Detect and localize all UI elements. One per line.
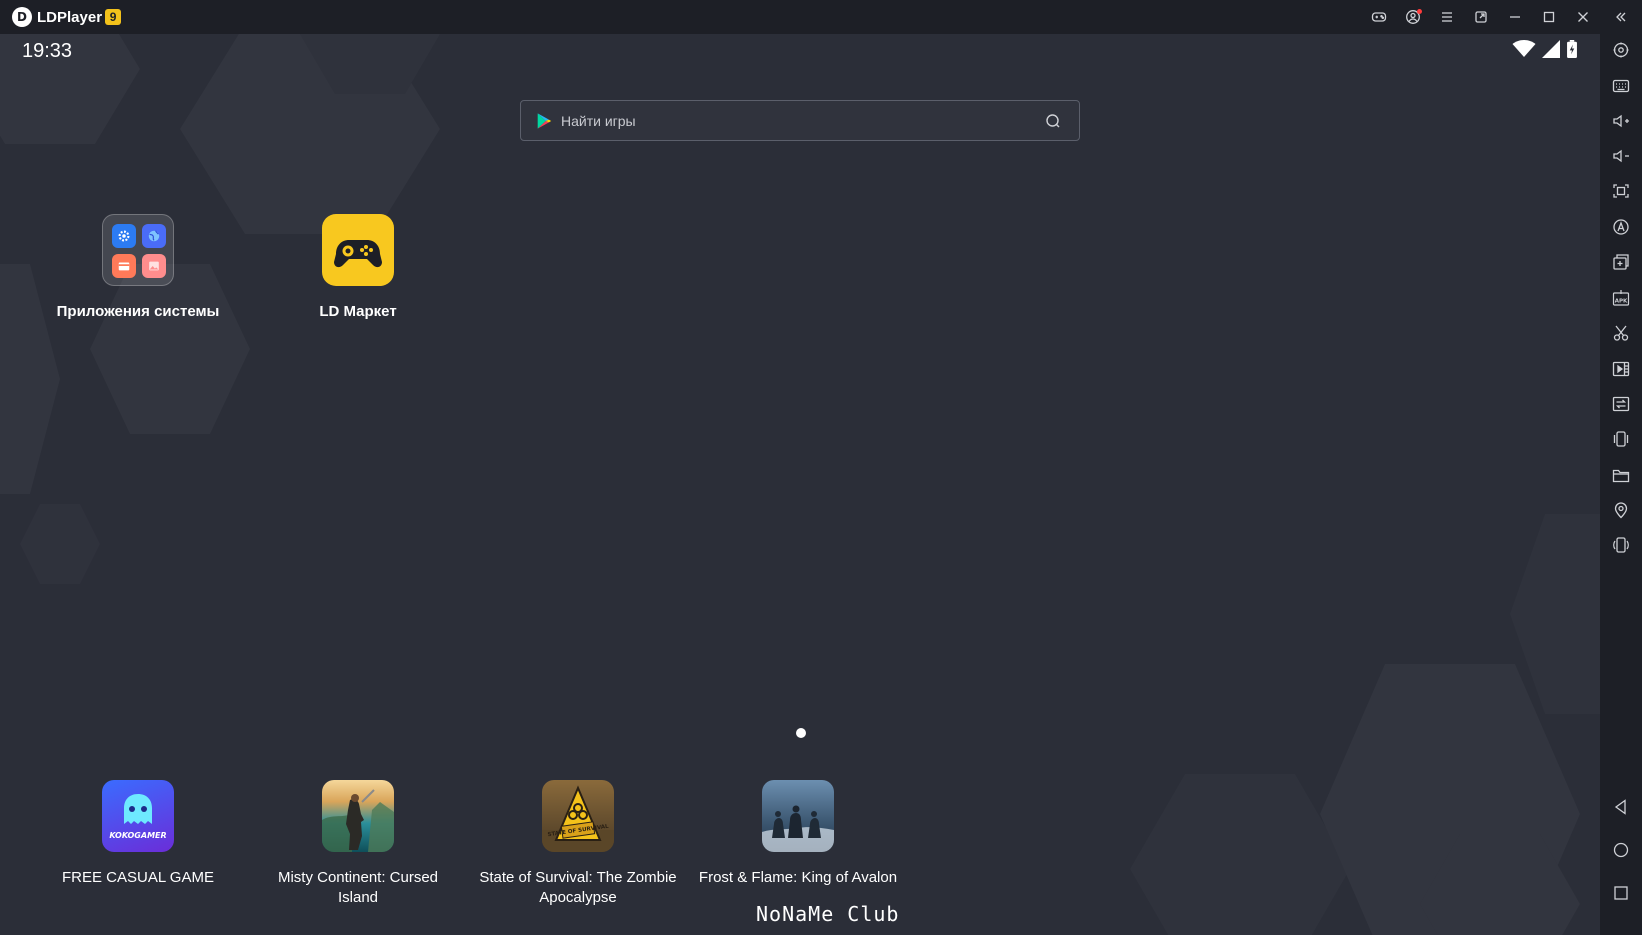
keyboard-icon[interactable] [1600, 71, 1642, 101]
app-frost-flame[interactable]: Frost & Flame: King of Avalon [698, 780, 898, 888]
wifi-icon [1512, 40, 1536, 57]
svg-text:APK: APK [1615, 299, 1628, 305]
gallery-mini-icon [142, 254, 166, 278]
battery-charging-icon [1567, 40, 1577, 58]
rotate-icon[interactable] [1600, 530, 1642, 560]
notification-dot [1417, 9, 1422, 14]
minimize-icon[interactable] [1498, 0, 1532, 34]
state-of-survival-icon: STATE OF SURVIVAL [542, 780, 614, 852]
app-brand: D LDPlayer 9 [12, 0, 122, 34]
version-badge: 9 [105, 9, 122, 25]
right-toolbar: APK [1600, 34, 1642, 935]
misty-continent-icon [322, 780, 394, 852]
add-instance-icon[interactable] [1600, 247, 1642, 277]
app-state-of-survival[interactable]: STATE OF SURVIVAL State of Survival: The… [478, 780, 678, 908]
app-name: LDPlayer [37, 8, 103, 26]
app-free-casual-game[interactable]: KOKOGAMER FREE CASUAL GAME [38, 780, 238, 888]
window-controls [1362, 0, 1642, 34]
android-screen[interactable]: 19:33 Пр [0, 34, 1600, 935]
google-play-icon [537, 112, 552, 129]
app-label: Frost & Flame: King of Avalon [698, 869, 898, 886]
external-window-icon[interactable] [1464, 0, 1498, 34]
browser-mini-icon [142, 224, 166, 248]
back-icon[interactable] [1600, 792, 1642, 822]
folder-icon[interactable] [1600, 460, 1642, 490]
app-label: Misty Continent: Cursed Island [277, 869, 439, 906]
game-search-bar[interactable] [520, 100, 1080, 141]
kokogamer-icon: KOKOGAMER [102, 780, 174, 852]
signal-icon [1542, 40, 1560, 58]
background-hexagon [1130, 774, 1350, 935]
settings-icon[interactable] [1600, 35, 1642, 65]
location-icon[interactable] [1600, 495, 1642, 525]
search-icon[interactable] [1045, 113, 1061, 129]
shake-icon[interactable] [1600, 424, 1642, 454]
recents-icon[interactable] [1600, 878, 1642, 908]
sync-icon[interactable] [1600, 389, 1642, 419]
scissors-icon[interactable] [1600, 318, 1642, 348]
app-label: Приложения системы [56, 303, 220, 320]
volume-up-icon[interactable] [1600, 106, 1642, 136]
kokogamer-icon-text: KOKOGAMER [109, 831, 166, 840]
watermark: NoNaMe Club [756, 902, 900, 926]
title-bar: D LDPlayer 9 [0, 0, 1642, 34]
status-icons [1512, 40, 1578, 58]
app-label: LD Маркет [319, 303, 397, 320]
app-label: FREE CASUAL GAME [62, 869, 214, 886]
frost-flame-icon [762, 780, 834, 852]
close-icon[interactable] [1566, 0, 1600, 34]
collapse-sidebar-icon[interactable] [1600, 0, 1642, 34]
app-label: State of Survival: The Zombie Apocalypse [479, 869, 677, 906]
search-input[interactable] [561, 112, 1045, 129]
account-icon[interactable] [1396, 0, 1430, 34]
ld-market-icon [322, 214, 394, 286]
auto-click-icon[interactable] [1600, 212, 1642, 242]
home-icon[interactable] [1600, 835, 1642, 865]
files-mini-icon [112, 254, 136, 278]
maximize-icon[interactable] [1532, 0, 1566, 34]
app-ld-market[interactable]: LD Маркет [258, 214, 458, 322]
screenshot-icon[interactable] [1600, 176, 1642, 206]
ldplayer-logo-icon: D [12, 7, 32, 27]
gamepad-icon[interactable] [1362, 0, 1396, 34]
page-indicator-dot[interactable] [796, 728, 806, 738]
menu-icon[interactable] [1430, 0, 1464, 34]
background-hexagon [20, 504, 100, 584]
app-system-apps[interactable]: Приложения системы [38, 214, 238, 322]
volume-down-icon[interactable] [1600, 141, 1642, 171]
record-video-icon[interactable] [1600, 354, 1642, 384]
apk-install-icon[interactable]: APK [1600, 283, 1642, 313]
system-apps-folder-icon [102, 214, 174, 286]
app-misty-continent[interactable]: Misty Continent: Cursed Island [258, 780, 458, 908]
status-time: 19:33 [22, 40, 73, 62]
settings-mini-icon [112, 224, 136, 248]
